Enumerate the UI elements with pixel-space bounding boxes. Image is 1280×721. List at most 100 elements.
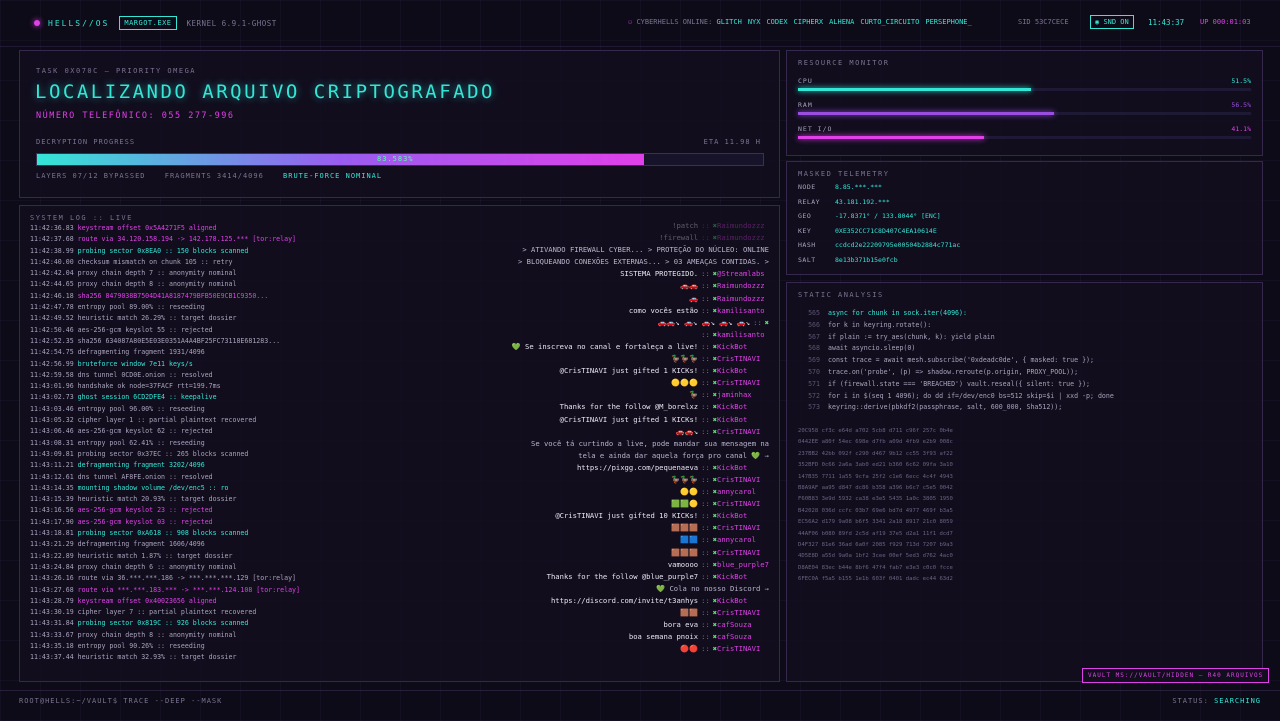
line-number: 565 bbox=[808, 309, 820, 317]
static-title: STATIC ANALYSIS bbox=[798, 291, 884, 299]
telemetry-title: MASKED TELEMETRY bbox=[798, 170, 890, 178]
line-number: 568 bbox=[808, 344, 820, 353]
code-line: 566 for k in keyring.rotate(): bbox=[798, 320, 1114, 332]
uptime: UP 000:01:03 bbox=[1200, 18, 1251, 26]
log-timestamp: 11:42:40.00 bbox=[30, 257, 74, 266]
online-user: CODEX bbox=[766, 18, 788, 26]
log-timestamp: 11:42:38.99 bbox=[30, 246, 74, 255]
log-message: defragmenting fragment 1606/4096 bbox=[77, 540, 205, 549]
log-message: sha256 634087A80E5E03E0351A4A4BF25FC7311… bbox=[77, 336, 281, 345]
chat-separator: :: bbox=[701, 644, 710, 654]
line-number: 573 bbox=[808, 403, 820, 412]
chat-username: Raimundozzz bbox=[717, 221, 765, 230]
telemetry-key: GEO bbox=[798, 212, 812, 221]
bar-fill bbox=[798, 88, 1032, 91]
chat-message: Thanks for the follow @M_borelxz:: ✖KickB… bbox=[370, 401, 769, 413]
code-source: async for chunk in sock.iter(4096): bbox=[828, 309, 967, 317]
chat-text: 🦆 bbox=[689, 390, 699, 400]
chat-text: 🟡🟡🟡 bbox=[671, 378, 699, 388]
log-message: route via 34.120.158.194 -> 142.178.125.… bbox=[77, 235, 297, 244]
static-analysis-panel: STATIC ANALYSIS 565 async for chunk in so… bbox=[786, 282, 1263, 682]
line-number: 569 bbox=[808, 356, 820, 365]
log-line: 11:42:50.46 aes-256-gcm keyslot 55 :: rej… bbox=[30, 325, 360, 336]
chat-text: 🟫🟫🟫 bbox=[671, 547, 699, 557]
code-line: 568 await asyncio.sleep(0) bbox=[798, 343, 1114, 355]
log-line: 11:43:24.84 proxy chain depth 6 :: anonym… bbox=[30, 562, 360, 573]
log-line: 11:43:01.96 handshake ok node=37FACF rtt=… bbox=[30, 381, 360, 392]
chat-overlay: !patch:: ✖Raimundozzz !firewall:: ✖Raimundo… bbox=[370, 220, 769, 655]
log-line: 11:43:21.29 defragmenting fragment 1606/4… bbox=[30, 539, 360, 550]
chat-separator: :: bbox=[701, 293, 710, 303]
chat-separator: :: bbox=[701, 474, 710, 484]
log-timestamp: 11:42:50.46 bbox=[30, 325, 74, 334]
chat-username: Raimundozzz bbox=[717, 293, 765, 303]
hex-row: 0442EE a80f 54ec 698e d7fb a09d 4fb9 e2b… bbox=[798, 439, 953, 446]
kernel-version: KERNEL 6.9.1-GHOST bbox=[186, 18, 277, 28]
chat-message: !patch:: ✖Raimundozzz bbox=[370, 220, 769, 232]
status-dot-icon bbox=[34, 20, 40, 26]
log-timestamp: 11:43:18.81 bbox=[30, 529, 74, 538]
decryption-progress-bar: 83.583% bbox=[36, 153, 764, 166]
log-message: defragmenting fragment 1931/4096 bbox=[77, 348, 205, 357]
chat-separator: :: bbox=[701, 378, 710, 388]
vault-path-badge[interactable]: VAULT MS://VAULT/HIDDEN — R40 ARQUIVOS bbox=[1082, 668, 1270, 683]
chat-username: CrisTINAVI bbox=[717, 608, 761, 617]
code-source: for k in keyring.rotate(): bbox=[828, 320, 932, 329]
telemetry-key: KEY bbox=[798, 226, 812, 235]
chat-separator: :: bbox=[701, 402, 710, 412]
log-timestamp: 11:42:46.18 bbox=[30, 291, 74, 300]
progress-percent: 83.583% bbox=[377, 155, 414, 163]
log-timestamp: 11:42:36.83 bbox=[30, 224, 74, 232]
telemetry-value: ccdcd2e22209795e00504b2884c771ac bbox=[835, 241, 961, 250]
log-message: cipher layer 1 :: partial plaintext reco… bbox=[77, 416, 257, 425]
code-source: await asyncio.sleep(0) bbox=[828, 344, 916, 353]
resource-monitor-panel: RESOURCE MONITOR CPU 51.5% RAM 56.5% NET I/O… bbox=[786, 50, 1263, 156]
chat-message: 🟡🟡:: ✖annycarol bbox=[370, 486, 769, 498]
log-line: 11:42:47.78 entropy pool 89.00% :: reseed… bbox=[30, 302, 360, 313]
chat-username: cafSouza bbox=[717, 632, 752, 642]
log-message: sha256 8479038B7504D41A8187479BFB50E9CB1… bbox=[77, 291, 269, 300]
chat-separator: :: bbox=[701, 535, 710, 545]
chat-text: 🦆🦆🦆 bbox=[671, 354, 699, 364]
log-timestamp: 11:43:24.84 bbox=[30, 562, 74, 571]
line-number: 572 bbox=[808, 391, 820, 400]
chat-separator: :: bbox=[701, 426, 710, 436]
log-line: 11:43:37.44 heuristic match 32.93% :: tar… bbox=[30, 652, 360, 663]
sound-toggle-button[interactable]: ◉ SND ON bbox=[1090, 15, 1134, 29]
chat-username: KickBot bbox=[717, 341, 748, 351]
log-message: aes-256-gcm keyslot 62 :: rejected bbox=[77, 427, 213, 436]
log-line: 11:43:16.56 aes-256-gcm keyslot 23 :: rej… bbox=[30, 505, 360, 516]
badge-icon: ✖ bbox=[764, 318, 769, 327]
chat-separator: :: bbox=[701, 571, 710, 581]
log-line: 11:43:11.21 defragmenting fragment 3202/4… bbox=[30, 460, 360, 471]
log-message: dns tunnel 0CD0E.onion :: resolved bbox=[77, 370, 213, 379]
log-line: 11:43:30.19 cipher layer 7 :: partial pla… bbox=[30, 607, 360, 618]
log-line: 11:43:35.18 entropy pool 90.26% :: reseed… bbox=[30, 641, 360, 652]
code-line: 567 if plain := try_aes(chunk, k): yield … bbox=[798, 332, 1114, 344]
command-line[interactable]: ROOT@HELLS:~/VAULT$ TRACE --DEEP --MASK bbox=[19, 697, 222, 705]
chat-separator: :: bbox=[701, 366, 710, 376]
chat-text: 🦆🦆🦆 bbox=[671, 474, 699, 484]
online-user: GLITCH bbox=[716, 18, 742, 26]
log-timestamp: 11:43:15.39 bbox=[30, 495, 74, 504]
bar-track bbox=[798, 136, 1251, 139]
chat-separator: :: bbox=[701, 281, 710, 291]
chat-text: 💚 Se inscreva no canal e fortaleça a liv… bbox=[511, 341, 699, 351]
log-timestamp: 11:43:30.19 bbox=[30, 608, 74, 617]
chat-username: cafSouza bbox=[717, 620, 752, 630]
telemetry-value: 0XE352CC71C8D407C4EA10614E bbox=[835, 226, 937, 235]
fragments-status: FRAGMENTS 3414/4096 bbox=[164, 172, 264, 180]
chat-separator: :: bbox=[701, 233, 710, 243]
chat-message: 🚗🚗↘:: ✖CrisTINAVI bbox=[370, 426, 769, 438]
log-timestamp: 11:43:06.46 bbox=[30, 427, 74, 436]
log-line: 11:42:59.58 dns tunnel 0CD0E.onion :: res… bbox=[30, 370, 360, 381]
chat-message: tela e ainda dar aquela força pro canal … bbox=[370, 450, 769, 462]
log-message: cipher layer 7 :: partial plaintext reco… bbox=[77, 608, 257, 617]
bar-fill bbox=[798, 112, 1054, 115]
eta-label: ETA 11.98 H bbox=[703, 138, 761, 146]
chat-separator: :: bbox=[701, 414, 710, 424]
log-message: heuristic match 26.29% :: target dossier bbox=[77, 314, 237, 323]
chat-message: boa semana pnoix:: ✖cafSouza bbox=[370, 631, 769, 643]
chat-text: 🔴🔴 bbox=[680, 644, 699, 654]
log-message: aes-256-gcm keyslot 03 :: rejected bbox=[77, 517, 213, 526]
